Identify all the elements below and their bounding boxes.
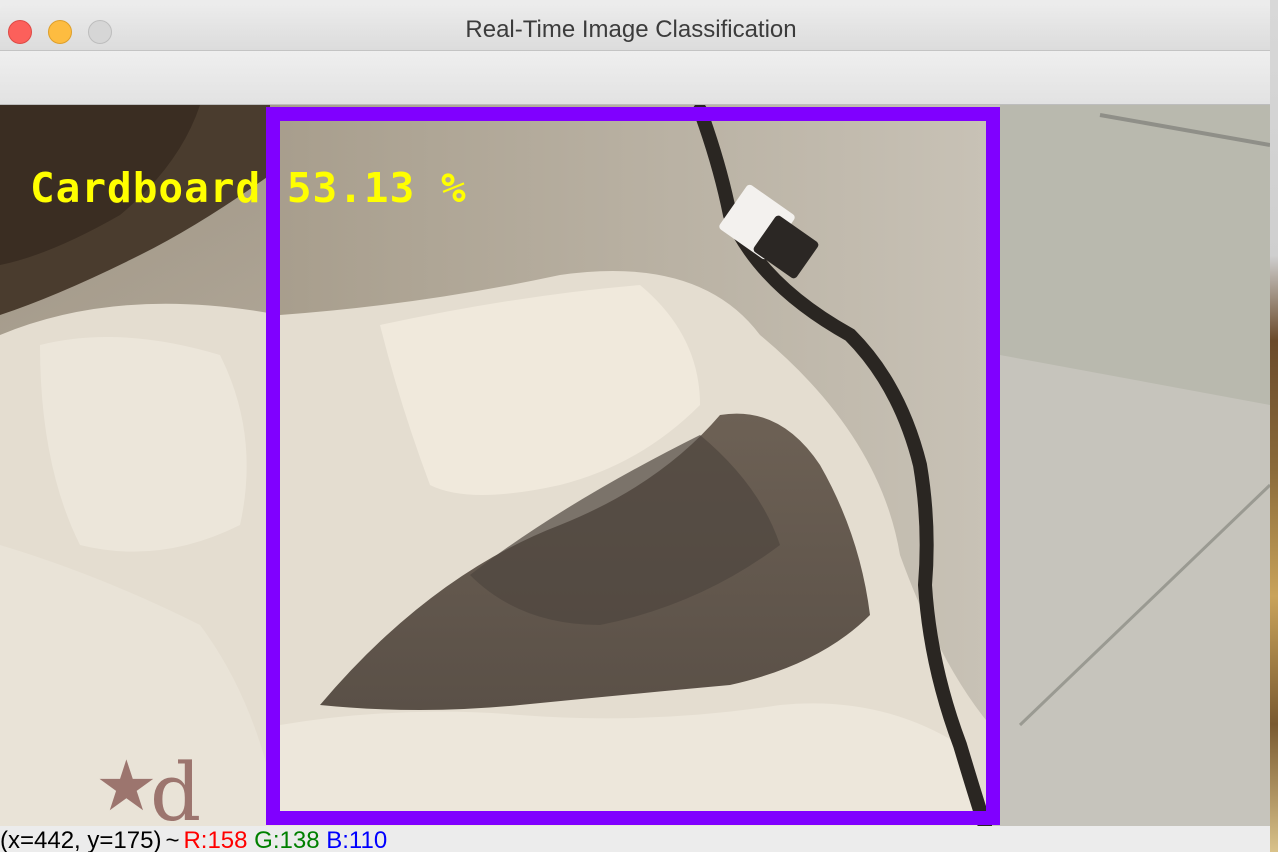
pixel-green-value: G:138 [254, 827, 320, 852]
status-separator: ~ [165, 827, 180, 852]
toolbar [0, 51, 1270, 105]
detection-bounding-box [266, 107, 1000, 825]
title-bar[interactable]: Real-Time Image Classification [0, 4, 1270, 51]
window-title: Real-Time Image Classification [465, 16, 797, 43]
desktop-background-edge [1270, 0, 1278, 852]
pixel-blue-value: B:110 [326, 827, 388, 852]
svg-text:★: ★ [95, 745, 158, 826]
status-bar: (x=442, y=175) ~ R:158 G:138 B:110 [0, 826, 1270, 852]
svg-text:d: d [150, 746, 201, 826]
app-window: Real-Time Image Classification ★ d Cardb… [0, 0, 1270, 852]
prediction-label: Cardboard 53.13 % [30, 164, 467, 212]
prediction-confidence: 53.13 % [286, 164, 467, 212]
cursor-coordinates: (x=442, y=175) [0, 827, 162, 852]
pixel-red-value: R:158 [183, 827, 248, 852]
prediction-class: Cardboard [30, 164, 262, 212]
